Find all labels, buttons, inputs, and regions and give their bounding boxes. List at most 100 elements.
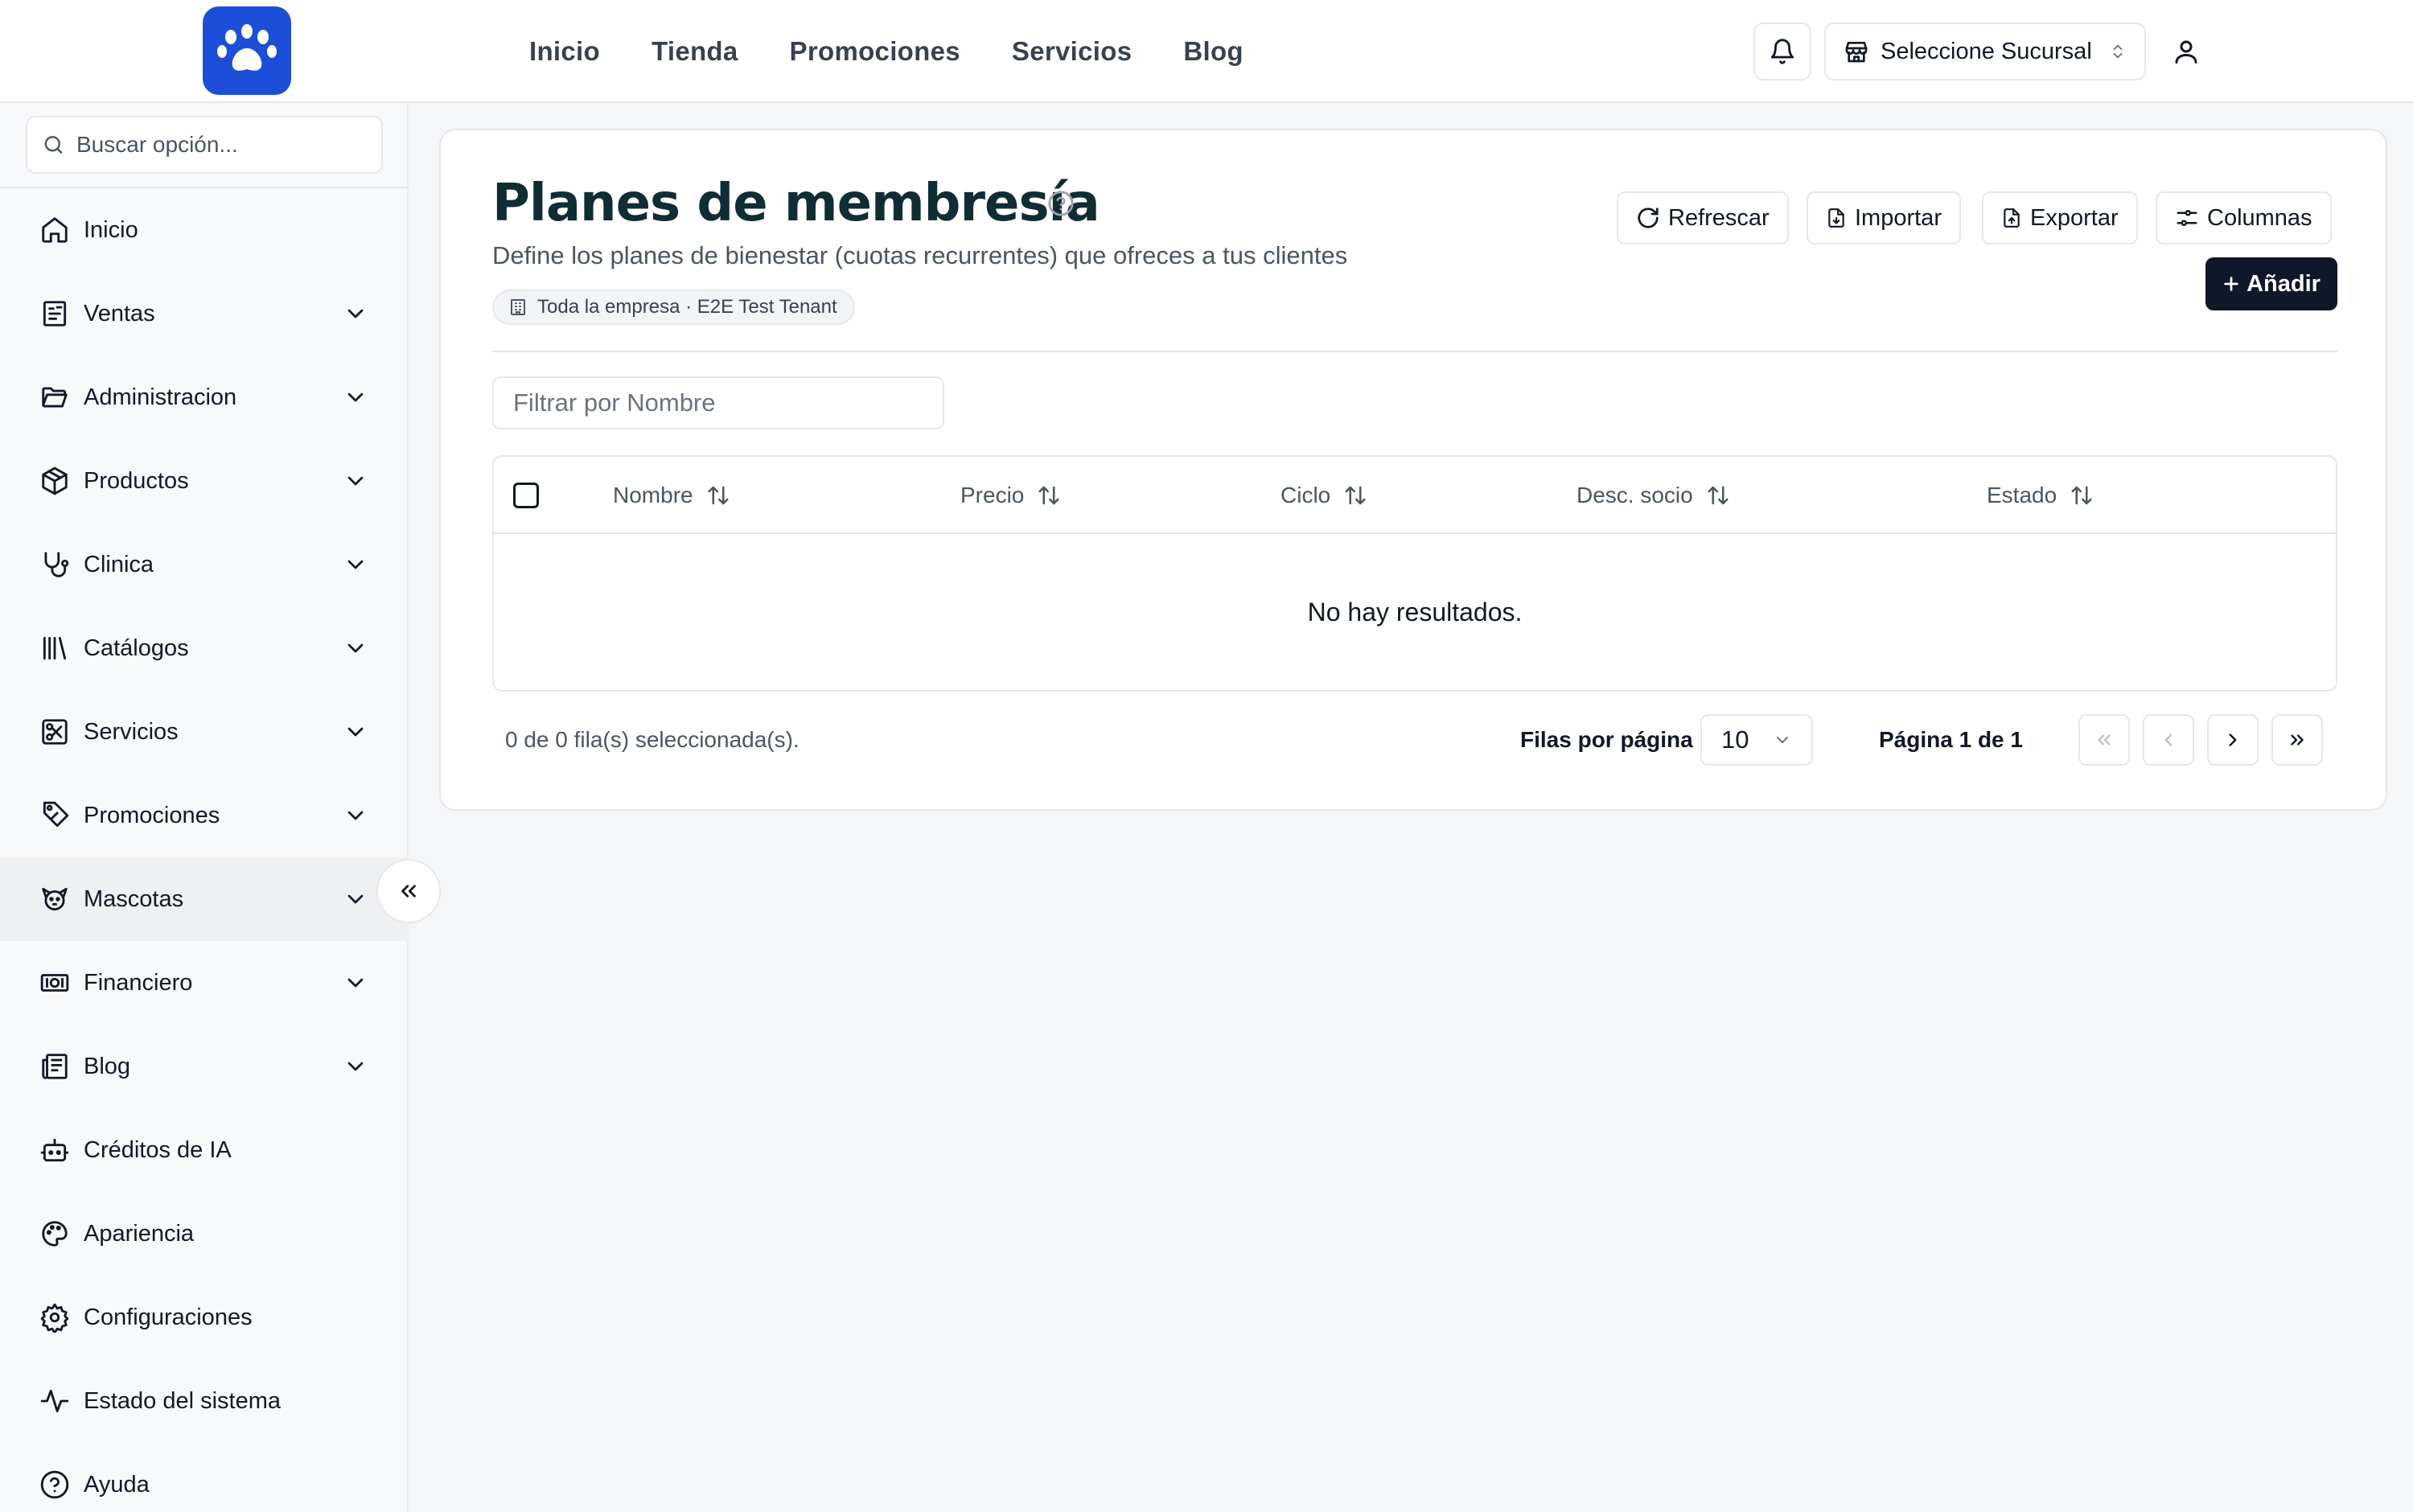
previous-page-button[interactable]	[2143, 714, 2194, 766]
sidebar-item-label: Financiero	[84, 969, 193, 996]
help-icon	[37, 1467, 72, 1502]
select-all-checkbox[interactable]	[513, 483, 539, 508]
sidebar-item-clinica[interactable]: Clinica	[0, 523, 409, 606]
sort-icon	[2071, 486, 2092, 505]
empty-state: No hay resultados.	[494, 534, 2336, 690]
main-card: Planes de membresía Define los planes de…	[439, 129, 2387, 811]
sidebar-search-input[interactable]	[76, 132, 367, 158]
column-label: Ciclo	[1280, 483, 1331, 507]
sort-icon	[708, 486, 729, 505]
sidebar-item-estado-del-sistema[interactable]: Estado del sistema	[0, 1359, 409, 1443]
refresh-icon	[1638, 207, 1659, 228]
export-button[interactable]: Exportar	[1982, 191, 2138, 244]
chevrons-left-icon	[2098, 734, 2111, 746]
nav-link-servicios[interactable]: Servicios	[1012, 36, 1132, 67]
refresh-button[interactable]: Refrescar	[1617, 191, 1789, 244]
import-button-label: Importar	[1855, 204, 1942, 231]
export-button-label: Exportar	[2030, 204, 2119, 231]
chevrons-right-icon	[2291, 734, 2304, 746]
plus-icon	[2224, 277, 2238, 291]
nav-link-tienda[interactable]: Tienda	[652, 36, 738, 67]
receipt-icon	[37, 296, 72, 331]
last-page-button[interactable]	[2271, 714, 2323, 766]
chevron-down-icon[interactable]	[341, 383, 370, 412]
import-button[interactable]: Importar	[1807, 191, 1961, 244]
chevron-down-icon[interactable]	[341, 968, 370, 997]
table-header: Nombre Precio Ciclo Desc. socio Estado	[494, 457, 2336, 534]
sidebar-item-label: Administracion	[84, 384, 237, 410]
chevron-down-icon[interactable]	[341, 634, 370, 663]
chevron-right-icon	[2229, 733, 2237, 746]
chevron-down-icon[interactable]	[341, 1052, 370, 1081]
sidebar-item-label: Configuraciones	[84, 1304, 253, 1330]
file-import-icon	[1828, 208, 1844, 228]
chevron-down-icon[interactable]	[341, 801, 370, 830]
collapse-sidebar-button[interactable]	[376, 859, 441, 923]
sidebar-item-administracion[interactable]: Administracion	[0, 355, 409, 439]
library-icon	[37, 631, 72, 666]
sidebar-item-inicio[interactable]: Inicio	[0, 188, 409, 272]
add-button[interactable]: Añadir	[2205, 257, 2337, 310]
nav-link-blog[interactable]: Blog	[1183, 36, 1243, 67]
sort-icon	[1345, 486, 1366, 505]
sidebar: Inicio Ventas Administracion Productos Clini…	[0, 103, 409, 1512]
home-icon	[37, 212, 72, 248]
first-page-button[interactable]	[2078, 714, 2130, 766]
column-header-precio[interactable]: Precio	[960, 457, 1061, 534]
user-icon	[2175, 40, 2197, 64]
add-button-label: Añadir	[2247, 270, 2321, 297]
branch-selector[interactable]: Seleccione Sucursal	[1824, 23, 2146, 80]
scope-badge-label: Toda la empresa · E2E Test Tenant	[537, 296, 837, 318]
search-icon	[44, 136, 63, 154]
sort-icon	[1038, 486, 1059, 505]
newspaper-icon	[37, 1049, 72, 1084]
column-header-ciclo[interactable]: Ciclo	[1280, 457, 1367, 534]
sidebar-item-financiero[interactable]: Financiero	[0, 941, 409, 1025]
chevron-down-icon[interactable]	[341, 717, 370, 746]
columns-button-label: Columnas	[2207, 204, 2312, 231]
sidebar-item-mascotas[interactable]: Mascotas	[0, 857, 409, 941]
sidebar-item-label: Productos	[84, 467, 189, 494]
user-menu-button[interactable]	[2164, 29, 2209, 74]
dog-icon	[37, 881, 72, 917]
chevron-down-icon[interactable]	[341, 466, 370, 495]
rows-per-page-select[interactable]: 10	[1700, 714, 1813, 766]
sidebar-item-apariencia[interactable]: Apariencia	[0, 1192, 409, 1276]
sidebar-item-productos[interactable]: Productos	[0, 439, 409, 523]
notifications-button[interactable]	[1753, 23, 1811, 80]
sidebar-menu: Inicio Ventas Administracion Productos Clini…	[0, 188, 409, 1512]
palette-icon	[37, 1216, 72, 1251]
sidebar-item-configuraciones[interactable]: Configuraciones	[0, 1276, 409, 1359]
chevron-down-icon[interactable]	[341, 550, 370, 579]
columns-button[interactable]: Columnas	[2156, 191, 2332, 244]
chevron-down-icon	[1777, 737, 1788, 743]
column-header-nombre[interactable]: Nombre	[613, 457, 730, 534]
sidebar-item-servicios[interactable]: Servicios	[0, 690, 409, 774]
nav-link-promociones[interactable]: Promociones	[790, 36, 960, 67]
plans-table: Nombre Precio Ciclo Desc. socio Estado N…	[492, 455, 2337, 692]
filter-name-input[interactable]	[492, 376, 944, 429]
chevron-down-icon[interactable]	[341, 299, 370, 328]
sidebar-item-catálogos[interactable]: Catálogos	[0, 606, 409, 690]
page-description: Define los planes de bienestar (cuotas r…	[492, 241, 1348, 269]
column-label: Estado	[1987, 483, 2057, 507]
sidebar-item-créditos-de-ia[interactable]: Créditos de IA	[0, 1108, 409, 1192]
sidebar-search	[26, 116, 383, 174]
paw-logo-icon[interactable]	[203, 6, 291, 95]
sidebar-item-ayuda[interactable]: Ayuda	[0, 1443, 409, 1512]
sort-icon	[1708, 486, 1729, 505]
sidebar-item-label: Catálogos	[84, 635, 189, 661]
sidebar-item-label: Ventas	[84, 300, 155, 327]
column-header-desc-socio[interactable]: Desc. socio	[1576, 457, 1730, 534]
building-icon	[511, 299, 525, 315]
chevron-down-icon[interactable]	[341, 885, 370, 914]
help-circle-icon[interactable]	[1047, 190, 1075, 217]
sidebar-item-label: Créditos de IA	[84, 1136, 232, 1163]
sidebar-item-ventas[interactable]: Ventas	[0, 272, 409, 355]
sidebar-item-blog[interactable]: Blog	[0, 1025, 409, 1108]
next-page-button[interactable]	[2207, 714, 2259, 766]
sidebar-item-promociones[interactable]: Promociones	[0, 774, 409, 857]
sidebar-item-label: Estado del sistema	[84, 1387, 282, 1414]
column-header-estado[interactable]: Estado	[1987, 457, 2094, 534]
nav-link-inicio[interactable]: Inicio	[529, 36, 600, 67]
